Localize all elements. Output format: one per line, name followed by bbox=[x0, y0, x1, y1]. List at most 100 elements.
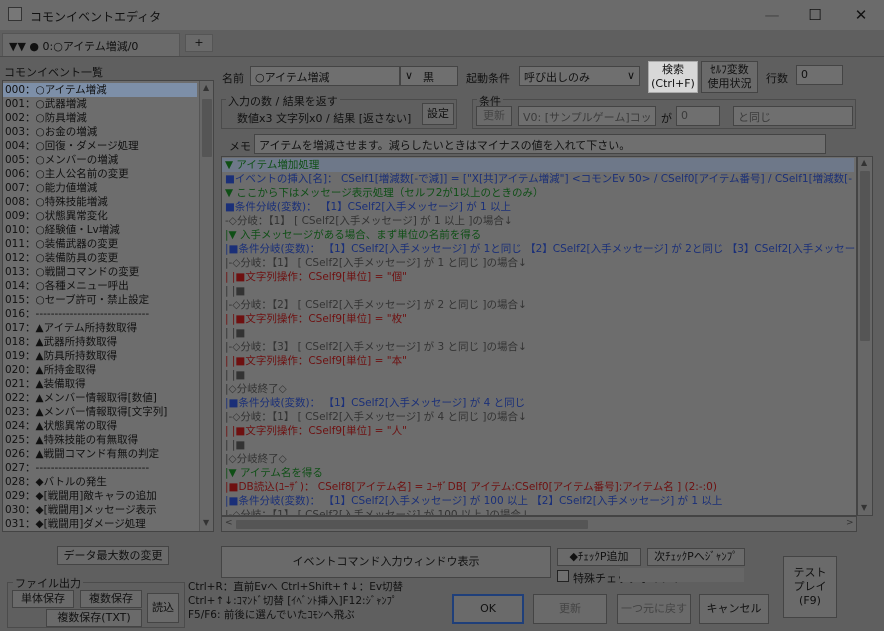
command-line[interactable]: |-◇分岐：【1】 [ CSelf2[入手メッセージ] が 4 と同じ ]の場合… bbox=[222, 410, 854, 424]
event-list-item[interactable]: 028：◆バトルの発生 bbox=[3, 475, 197, 489]
event-name-input[interactable]: ○アイテム増減 bbox=[250, 66, 400, 86]
event-list-item[interactable]: 024：▲状態異常の取得 bbox=[3, 419, 197, 433]
add-tab-button[interactable]: + bbox=[185, 34, 213, 52]
minimize-button[interactable]: — bbox=[757, 4, 787, 26]
scroll-right-icon[interactable]: > bbox=[846, 518, 854, 528]
load-button[interactable]: 読込 bbox=[147, 593, 179, 623]
command-line[interactable]: | |■文字列操作：CSelf9[単位] = "個" bbox=[222, 270, 854, 284]
event-list-item[interactable]: 008：○特殊技能増減 bbox=[3, 195, 197, 209]
add-checkpoint-button[interactable]: ◆ﾁｪｯｸP追加 bbox=[557, 548, 641, 566]
scroll-up-icon[interactable]: ▲ bbox=[861, 158, 867, 167]
command-line[interactable]: | |■文字列操作：CSelf9[単位] = "本" bbox=[222, 354, 854, 368]
event-list-item[interactable]: 007：○能力値増減 bbox=[3, 181, 197, 195]
command-line[interactable]: |-◇分岐：【1】 [ CSelf2[入手メッセージ] が 1 と同じ ]の場合… bbox=[222, 256, 854, 270]
event-list-item[interactable]: 020：▲所持金取得 bbox=[3, 363, 197, 377]
color-select[interactable]: ∨ 黒 bbox=[400, 66, 458, 86]
command-line[interactable]: |■DB読込(ﾕｰｻﾞ)： CSelf8[アイテム名] = ﾕｰｻﾞDB[ アイ… bbox=[222, 480, 854, 494]
command-line[interactable]: |◇分岐終了◇ bbox=[222, 452, 854, 466]
code-scroll-thumb[interactable] bbox=[860, 171, 870, 341]
event-list-item[interactable]: 022：▲メンバー情報取得[数値] bbox=[3, 391, 197, 405]
scroll-up-icon[interactable]: ▲ bbox=[203, 83, 209, 92]
single-save-button[interactable]: 単体保存 bbox=[12, 590, 74, 608]
command-line[interactable]: |-◇分岐：【3】 [ CSelf2[入手メッセージ] が 3 と同じ ]の場合… bbox=[222, 340, 854, 354]
scroll-down-icon[interactable]: ▼ bbox=[203, 518, 209, 527]
command-window-button[interactable]: イベントコマンド入力ウィンドウ表示 bbox=[221, 546, 551, 578]
event-list-item[interactable]: 021：▲装備取得 bbox=[3, 377, 197, 391]
condition-operator-select[interactable]: と同じ bbox=[733, 106, 853, 126]
command-line[interactable]: |-◇分岐：【2】 [ CSelf2[入手メッセージ] が 2 と同じ ]の場合… bbox=[222, 298, 854, 312]
condition-variable-select[interactable]: V0: [サンプルゲーム]コッ bbox=[518, 106, 656, 126]
command-line[interactable]: ■イベントの挿入[名]： CSelf1[増減数[-で減]] = ["X[共]アイ… bbox=[222, 172, 854, 186]
event-list-item[interactable]: 018：▲武器所持数取得 bbox=[3, 335, 197, 349]
event-list-item[interactable]: 000：○アイテム増減 bbox=[3, 83, 197, 97]
event-list-item[interactable]: 017：▲アイテム所持数取得 bbox=[3, 321, 197, 335]
list-scroll-thumb[interactable] bbox=[202, 99, 212, 157]
condition-update-button[interactable]: 更新 bbox=[476, 106, 512, 126]
undo-button[interactable]: 一つ元に戻す bbox=[617, 594, 691, 624]
command-line[interactable]: |■条件分岐(変数)： 【1】CSelf2[入手メッセージ] が 1と同じ 【2… bbox=[222, 242, 855, 256]
event-list-item[interactable]: 030：◆[戦闘用]メッセージ表示 bbox=[3, 503, 197, 517]
command-line[interactable]: | |■ bbox=[222, 438, 854, 452]
next-checkpoint-button[interactable]: 次ﾁｪｯｸPへｼﾞｬﾝﾌﾟ bbox=[647, 548, 745, 566]
event-list-item[interactable]: 016：------------------------------ bbox=[3, 307, 197, 321]
event-list-item[interactable]: 005：○メンバーの増減 bbox=[3, 153, 197, 167]
command-line[interactable]: | |■ bbox=[222, 368, 854, 382]
event-list-item[interactable]: 013：○戦闘コマンドの変更 bbox=[3, 265, 197, 279]
maximize-button[interactable]: ☐ bbox=[800, 4, 830, 26]
command-line[interactable]: | |■ bbox=[222, 326, 854, 340]
condition-number-input[interactable]: 0 bbox=[676, 106, 720, 126]
command-line[interactable]: -◇分岐：【1】 [ CSelf2[入手メッセージ] が 1 以上 ]の場合↓ bbox=[222, 214, 854, 228]
scroll-left-icon[interactable]: < bbox=[225, 518, 233, 528]
update-button[interactable]: 更新 bbox=[533, 594, 607, 624]
command-line[interactable]: |▼ 入手メッセージがある場合、まず単位の名前を得る bbox=[222, 228, 854, 242]
multi-save-txt-button[interactable]: 複数保存(TXT) bbox=[46, 609, 142, 627]
event-list-item[interactable]: 001：○武器増減 bbox=[3, 97, 197, 111]
event-list-item[interactable]: 011：○装備武器の変更 bbox=[3, 237, 197, 251]
test-play-button[interactable]: テスト プレイ (F9) bbox=[783, 556, 837, 618]
command-line[interactable]: | |■文字列操作：CSelf9[単位] = "人" bbox=[222, 424, 854, 438]
event-list-item[interactable]: 023：▲メンバー情報取得[文字列] bbox=[3, 405, 197, 419]
command-line[interactable]: |■条件分岐(変数)： 【1】CSelf2[入手メッセージ] が 100 以上 … bbox=[222, 494, 854, 508]
rows-input[interactable]: 0 bbox=[796, 65, 843, 85]
event-list-item[interactable]: 009：○状態異常変化 bbox=[3, 209, 197, 223]
command-line[interactable]: |◇分岐終了◇ bbox=[222, 382, 854, 396]
event-list-item[interactable]: 006：○主人公名前の変更 bbox=[3, 167, 197, 181]
event-list-item[interactable]: 002：○防具増減 bbox=[3, 111, 197, 125]
event-list-item[interactable]: 031：◆[戦闘用]ダメージ処理 bbox=[3, 517, 197, 531]
command-line[interactable]: |■条件分岐(変数)： 【1】CSelf2[入手メッセージ] が 4 と同じ bbox=[222, 396, 854, 410]
data-max-button[interactable]: データ最大数の変更 bbox=[57, 546, 169, 565]
code-scrollbar[interactable]: ▲ ▼ bbox=[857, 156, 873, 516]
event-list-item[interactable]: 025：▲特殊技能の有無取得 bbox=[3, 433, 197, 447]
memo-input[interactable]: アイテムを増減させます。減らしたいときはマイナスの値を入れて下さい。 bbox=[254, 134, 826, 154]
event-list-item[interactable]: 027：------------------------------ bbox=[3, 461, 197, 475]
special-checkpoint-checkbox[interactable] bbox=[557, 570, 569, 582]
io-settings-button[interactable]: 設定 bbox=[422, 103, 454, 125]
code-hscrollbar[interactable]: < > bbox=[221, 516, 857, 532]
scroll-down-icon[interactable]: ▼ bbox=[861, 503, 867, 512]
command-line[interactable]: |-◇分岐：【1】 [ CSelf2[入手メッセージ] が 100 以上 ]の場… bbox=[222, 508, 854, 515]
event-list-item[interactable]: 026：▲戦闘コマンド有無の判定 bbox=[3, 447, 197, 461]
search-button[interactable]: 検索 (Ctrl+F) bbox=[648, 61, 698, 93]
command-line[interactable]: |▼ アイテム名を得る bbox=[222, 466, 854, 480]
event-list-item[interactable]: 010：○経験値・Lv増減 bbox=[3, 223, 197, 237]
trigger-select[interactable]: 呼び出しのみ ∨ bbox=[519, 66, 640, 86]
command-line[interactable]: ■条件分岐(変数)： 【1】CSelf2[入手メッセージ] が 1 以上 bbox=[222, 200, 854, 214]
tab-event-0[interactable]: ▼▼ ● 0:○アイテム増減/0 bbox=[2, 33, 180, 57]
event-list-item[interactable]: 029：◆[戦闘用]敵キャラの追加 bbox=[3, 489, 197, 503]
ok-button[interactable]: OK bbox=[452, 594, 524, 624]
list-scrollbar[interactable]: ▲ ▼ bbox=[199, 81, 213, 531]
cancel-button[interactable]: キャンセル bbox=[699, 594, 769, 624]
command-line[interactable]: | |■文字列操作：CSelf9[単位] = "枚" bbox=[222, 312, 854, 326]
code-hscroll-thumb[interactable] bbox=[236, 520, 588, 529]
common-event-list[interactable]: 000：○アイテム増減 001：○武器増減 002：○防具増減 003：○お金の増減 0… bbox=[2, 80, 214, 532]
event-list-item[interactable]: 012：○装備防具の変更 bbox=[3, 251, 197, 265]
event-command-list[interactable]: ▼ アイテム増加処理 ■イベントの挿入[名]： CSelf1[増減数[-で減]] … bbox=[221, 156, 857, 516]
event-list-item[interactable]: 003：○お金の増減 bbox=[3, 125, 197, 139]
event-list-item[interactable]: 004：○回復・ダメージ処理 bbox=[3, 139, 197, 153]
close-button[interactable]: ✕ bbox=[846, 4, 876, 26]
event-list-item[interactable]: 014：○各種メニュー呼出 bbox=[3, 279, 197, 293]
event-list-item[interactable]: 015：○セーブ許可・禁止設定 bbox=[3, 293, 197, 307]
command-line[interactable]: ▼ アイテム増加処理 bbox=[222, 158, 854, 172]
event-list-item[interactable]: 019：▲防具所持数取得 bbox=[3, 349, 197, 363]
command-line[interactable]: ▼ ここから下はメッセージ表示処理（セルフ2が1以上のときのみ） bbox=[222, 186, 854, 200]
